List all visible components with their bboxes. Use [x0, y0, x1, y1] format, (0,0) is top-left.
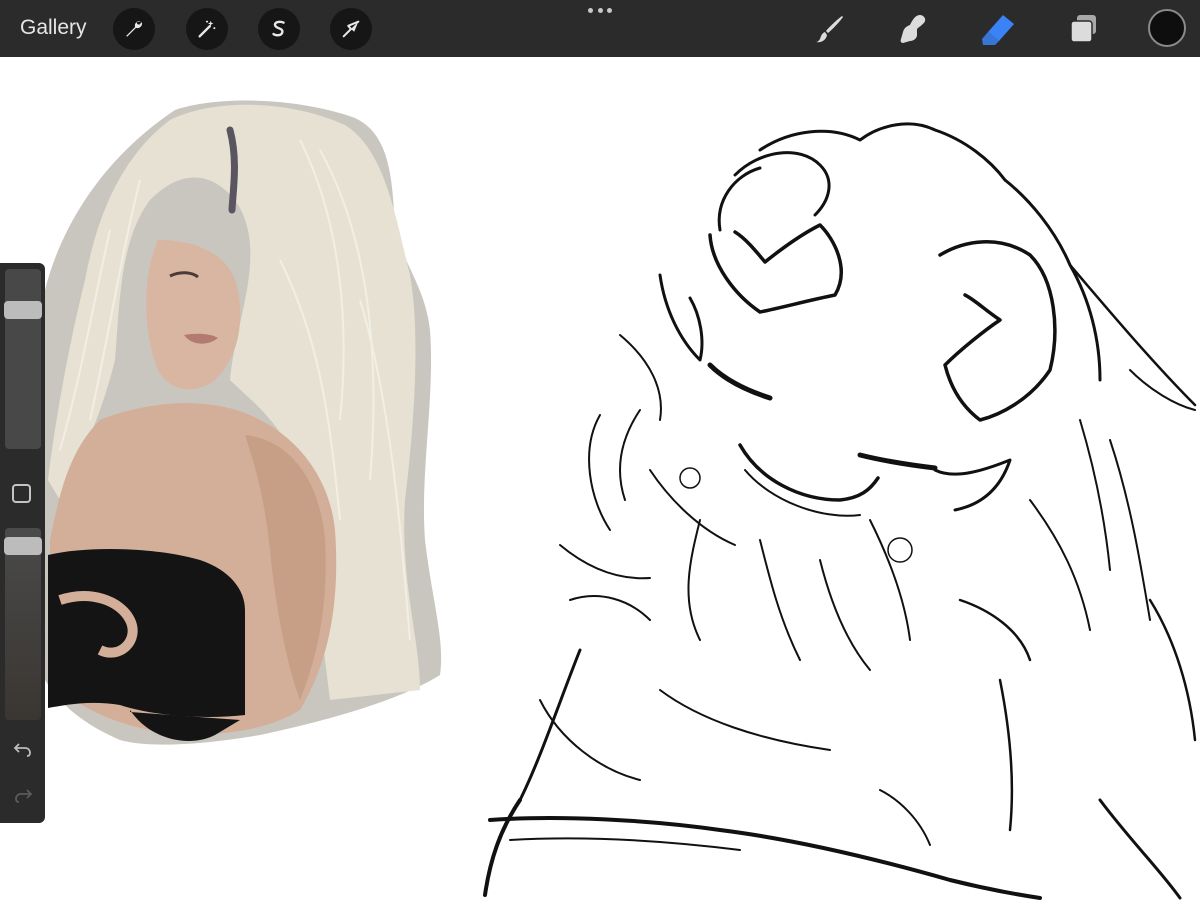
square-icon[interactable] [12, 484, 31, 503]
layers-tool[interactable] [1064, 9, 1104, 49]
adjustments-button[interactable] [186, 8, 228, 50]
selection-button[interactable] [258, 8, 300, 50]
eraser-tool[interactable] [978, 9, 1018, 49]
eraser-icon [982, 15, 1014, 45]
redo-icon [15, 789, 33, 803]
brush-icon [816, 16, 843, 43]
gallery-button[interactable]: Gallery [20, 15, 87, 41]
actions-button[interactable] [113, 8, 155, 50]
transform-button[interactable] [330, 8, 372, 50]
reference-photo [45, 100, 442, 745]
brush-size-thumb[interactable] [4, 301, 42, 320]
toolbar-grip-handle[interactable] [588, 6, 612, 14]
canvas-artwork [45, 100, 1197, 900]
opacity-thumb[interactable] [4, 536, 42, 555]
redo-button[interactable] [11, 783, 35, 807]
color-picker[interactable] [1148, 9, 1186, 47]
brush-tool[interactable] [810, 9, 850, 49]
undo-button[interactable] [11, 737, 35, 761]
left-sidebar [0, 263, 45, 823]
wrench-icon [126, 20, 143, 37]
opacity-slider[interactable] [4, 528, 42, 720]
layers-icon [1070, 15, 1096, 43]
magic-wand-icon [198, 20, 216, 38]
arrow-cursor-icon [342, 20, 360, 38]
brush-size-slider[interactable] [4, 269, 42, 449]
smudge-tool[interactable] [893, 9, 933, 49]
top-toolbar: Gallery [0, 0, 1200, 57]
line-sketch [483, 122, 1197, 900]
drawing-canvas[interactable] [0, 57, 1200, 900]
smudge-icon [900, 15, 926, 43]
selection-s-icon [272, 20, 285, 37]
undo-icon [13, 743, 31, 757]
